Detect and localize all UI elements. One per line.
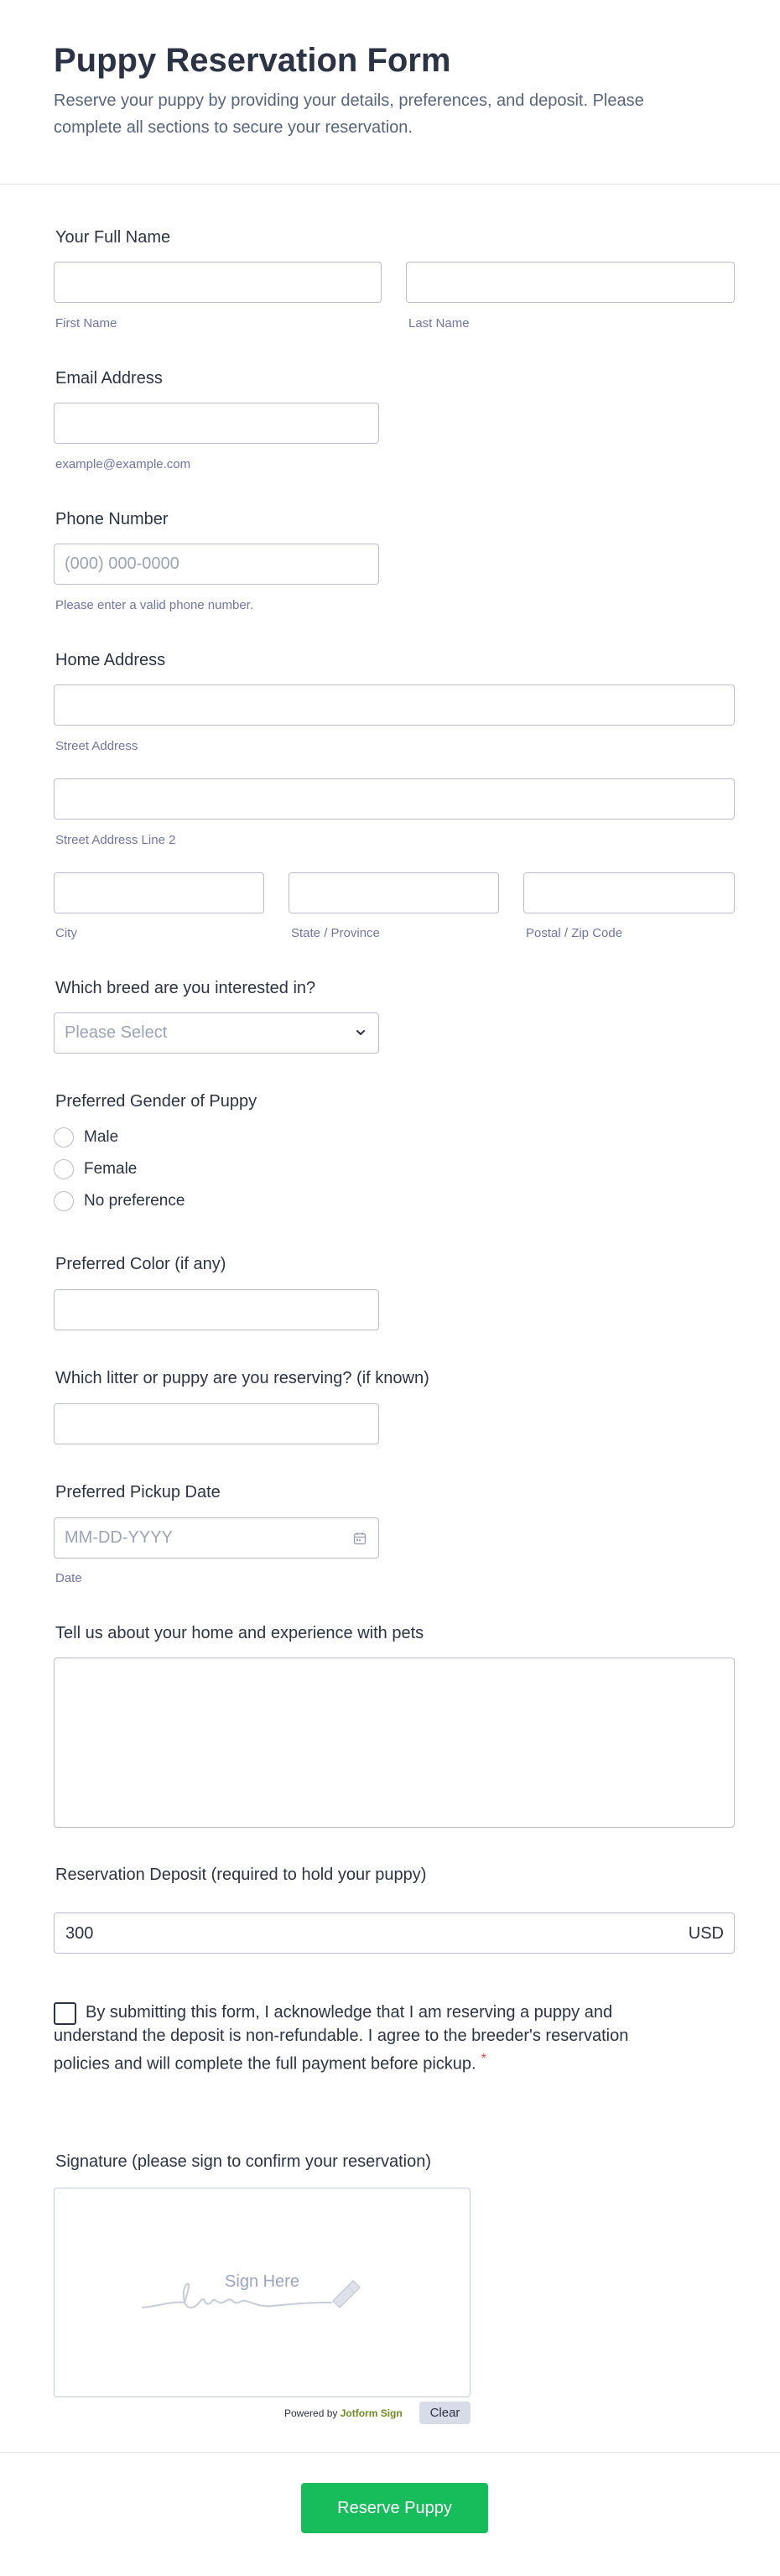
email-input[interactable] <box>54 403 379 444</box>
powered-by-text: Powered by <box>284 2407 338 2419</box>
agreement-text: By submitting this form, I acknowledge t… <box>54 2001 674 2076</box>
city-input[interactable] <box>54 872 264 913</box>
breed-select-value: Please Select <box>65 1023 168 1042</box>
powered-by: Powered by Jotform Sign <box>284 2407 403 2419</box>
last-name-input[interactable] <box>406 262 735 303</box>
deposit-currency: USD <box>688 1924 724 1943</box>
first-name-sublabel: First Name <box>55 316 117 330</box>
form-title: Puppy Reservation Form <box>54 42 451 79</box>
gender-option-female[interactable]: Female <box>54 1158 137 1180</box>
gender-option-male[interactable]: Male <box>54 1127 118 1148</box>
form-header: Puppy Reservation Form Reserve your pupp… <box>0 0 780 185</box>
radio-label: Female <box>84 1160 138 1178</box>
calendar-icon[interactable] <box>353 1532 367 1545</box>
state-sublabel: State / Province <box>291 926 380 940</box>
full-name-label: Your Full Name <box>55 228 171 247</box>
email-sublabel: example@example.com <box>55 457 191 471</box>
first-name-input[interactable] <box>54 262 382 303</box>
gender-option-no-preference[interactable]: No preference <box>54 1190 185 1212</box>
city-sublabel: City <box>55 926 77 940</box>
chevron-down-icon <box>356 1030 365 1035</box>
street-address-line2-sublabel: Street Address Line 2 <box>55 833 176 847</box>
email-label: Email Address <box>55 369 163 388</box>
agreement-checkbox[interactable] <box>54 2002 76 2025</box>
pickup-date-input[interactable] <box>54 1517 379 1559</box>
signature-label: Signature (please sign to confirm your r… <box>55 2152 431 2171</box>
radio-label: Male <box>84 1128 119 1146</box>
form-subtitle: Reserve your puppy by providing your det… <box>54 91 644 137</box>
radio-button[interactable] <box>54 1159 74 1179</box>
breed-select[interactable]: Please Select <box>54 1012 379 1054</box>
radio-button[interactable] <box>54 1127 74 1147</box>
breed-label: Which breed are you interested in? <box>55 979 316 997</box>
deposit-label: Reservation Deposit (required to hold yo… <box>55 1866 427 1884</box>
zip-input[interactable] <box>523 872 735 913</box>
street-address-sublabel: Street Address <box>55 739 138 753</box>
litter-label: Which litter or puppy are you reserving?… <box>55 1369 429 1387</box>
radio-button[interactable] <box>54 1191 74 1211</box>
deposit-input[interactable]: 300 USD <box>54 1912 735 1954</box>
radio-label: No preference <box>84 1192 185 1210</box>
phone-input[interactable] <box>54 544 379 585</box>
reserve-puppy-button[interactable]: Reserve Puppy <box>301 2483 488 2533</box>
experience-label: Tell us about your home and experience w… <box>55 1624 424 1642</box>
jotform-sign-brand: Jotform Sign <box>340 2407 403 2419</box>
litter-input[interactable] <box>54 1403 379 1444</box>
signature-scribble-icon <box>142 2279 361 2309</box>
required-star: * <box>481 2052 486 2066</box>
pickup-date-label: Preferred Pickup Date <box>55 1483 221 1501</box>
deposit-amount: 300 <box>65 1924 94 1943</box>
address-label: Home Address <box>55 651 166 669</box>
color-input[interactable] <box>54 1289 379 1330</box>
phone-label: Phone Number <box>55 510 169 528</box>
state-input[interactable] <box>289 872 499 913</box>
last-name-sublabel: Last Name <box>408 316 470 330</box>
gender-label: Preferred Gender of Puppy <box>55 1092 257 1111</box>
signature-pad[interactable]: Sign Here <box>54 2188 471 2397</box>
street-address-line2-input[interactable] <box>54 778 735 820</box>
street-address-input[interactable] <box>54 684 735 726</box>
pickup-date-sublabel: Date <box>55 1571 82 1585</box>
experience-textarea[interactable] <box>54 1657 735 1828</box>
clear-signature-button[interactable]: Clear <box>419 2402 471 2424</box>
zip-sublabel: Postal / Zip Code <box>526 926 623 940</box>
color-label: Preferred Color (if any) <box>55 1255 226 1273</box>
phone-sublabel: Please enter a valid phone number. <box>55 598 253 612</box>
agreement-text-body: By submitting this form, I acknowledge t… <box>54 2003 629 2074</box>
